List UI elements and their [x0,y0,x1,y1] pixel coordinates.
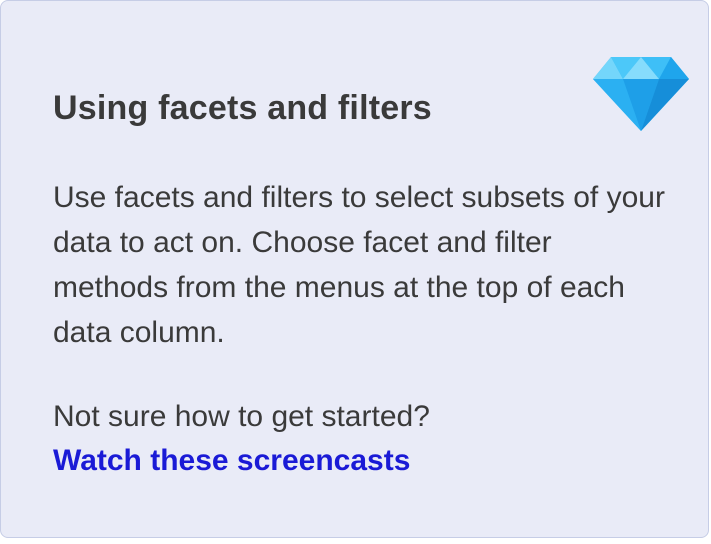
card-description: Use facets and filters to select subsets… [53,181,665,349]
watch-screencasts-link[interactable]: Watch these screencasts [53,439,410,483]
help-prompt: Not sure how to get started? [53,400,430,433]
diamond-icon [593,57,689,131]
card-title: Using facets and filters [53,89,432,127]
tip-card: Using facets and filters Use facets and … [0,0,709,538]
